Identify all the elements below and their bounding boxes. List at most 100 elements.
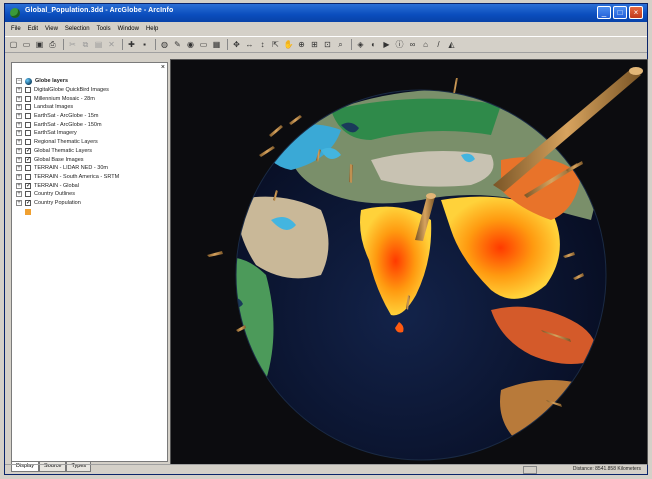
land-australia [500,380,606,454]
layer-row[interactable]: + Landsat Images [16,103,119,112]
globe-icon[interactable]: ◍ [159,39,170,50]
layer-visibility-checkbox[interactable]: ✓ [25,156,31,163]
population-bar-china-cap [629,67,643,75]
new-icon[interactable]: ▢ [8,39,19,50]
layer-label: EarthSat - ArcGlobe - 150m [34,121,102,128]
layer-icon[interactable]: ▦ [211,39,222,50]
layer-visibility-checkbox[interactable] [25,113,31,120]
layer-visibility-checkbox[interactable] [25,87,31,94]
layer-row[interactable]: + ✓ Global Base Images [16,155,119,164]
globe-layers-root[interactable]: − Globe layers [16,77,119,86]
layer-row[interactable]: + ✓ Global Thematic Layers [16,147,119,156]
paste-icon[interactable]: ▤ [93,39,104,50]
layer-row[interactable]: + TERRAIN - LIDAR NED - 30m [16,164,119,173]
expand-icon[interactable]: + [16,182,22,189]
expand-icon[interactable]: + [16,165,22,172]
layer-label: Landsat Images [34,104,74,111]
measure-icon[interactable]: ◈ [355,39,366,50]
zoom-out-icon[interactable]: ⇱ [270,39,281,50]
layer-visibility-checkbox[interactable] [25,139,31,146]
hyperlink-icon[interactable]: ◐ [368,39,379,50]
layer-visibility-checkbox[interactable] [25,191,31,198]
expand-icon[interactable]: + [16,104,22,111]
copy-icon[interactable]: ⧉ [80,39,91,50]
population-bar-africa-west [207,251,223,257]
expand-icon[interactable]: + [16,147,22,154]
layer-visibility-checkbox[interactable] [25,104,31,111]
expand-icon[interactable]: + [16,139,22,146]
layer-visibility-checkbox[interactable] [25,95,31,102]
layer-row[interactable]: + Country Outlines [16,190,119,199]
layer-visibility-checkbox[interactable]: ✓ [25,147,31,154]
population-bar-middle-east [269,125,283,137]
title-bar[interactable]: Global_Population.3dd - ArcGlobe - ArcIn… [5,4,647,22]
arcmap-icon[interactable]: ▪ [139,39,150,50]
layer-row[interactable]: + DigitalGlobe QuickBird Images [16,86,119,95]
expand-icon[interactable]: + [16,156,22,163]
save-icon[interactable]: ▣ [34,39,45,50]
layer-visibility-checkbox[interactable]: ✓ [25,199,31,206]
info-icon[interactable]: ⓘ [394,39,405,50]
select-icon[interactable]: ⊞ [309,39,320,50]
layer-visibility-checkbox[interactable]: ✓ [25,182,31,189]
expand-icon[interactable]: + [16,87,22,94]
open-icon[interactable]: ▭ [21,39,32,50]
delete-icon[interactable]: ✕ [106,39,117,50]
menu-window[interactable]: Window [118,26,139,32]
layer-row[interactable]: + ✓ Country Population [16,199,119,208]
expand-icon[interactable]: + [16,173,22,180]
layer-row[interactable]: + TERRAIN - South America - SRTM [16,173,119,182]
expand-icon[interactable]: + [16,199,22,206]
editor-icon[interactable]: ✎ [172,39,183,50]
pan-icon[interactable]: ✋ [283,39,294,50]
layer-visibility-checkbox[interactable] [25,121,31,128]
layer-visibility-checkbox[interactable] [25,165,31,172]
menu-file[interactable]: File [11,26,21,32]
toc-close-icon[interactable]: × [161,64,165,71]
expand-icon[interactable]: + [16,121,22,128]
navigate-icon[interactable]: ✥ [231,39,242,50]
pencil-icon[interactable]: / [433,39,444,50]
menu-help[interactable]: Help [146,26,158,32]
layer-label: Millennium Mosaic - 28m [34,95,95,102]
menu-tools[interactable]: Tools [97,26,111,32]
cut-icon[interactable]: ✂ [67,39,78,50]
fly-icon[interactable]: ↔ [244,39,255,50]
layer-row[interactable]: + Regional Thematic Layers [16,138,119,147]
print-icon[interactable]: ⎙ [47,39,58,50]
layer-tree: − Globe layers + DigitalGlobe QuickBird I… [16,77,119,216]
maximize-button[interactable]: □ [613,6,627,19]
binoculars-icon[interactable]: ∞ [407,39,418,50]
layer-visibility-checkbox[interactable] [25,173,31,180]
draw-icon[interactable]: ⌂ [420,39,431,50]
analyst-icon[interactable]: ◭ [446,39,457,50]
menu-edit[interactable]: Edit [28,26,38,32]
globe-viewer[interactable] [170,59,648,465]
layer-row[interactable]: + EarthSat - ArcGlobe - 15m [16,112,119,121]
animation-icon[interactable]: ▶ [381,39,392,50]
layer-label: Country Outlines [34,191,75,198]
expand-icon[interactable]: + [16,113,22,120]
minimize-button[interactable]: _ [597,6,611,19]
layer-visibility-checkbox[interactable] [25,130,31,137]
find-icon[interactable]: ⌕ [335,39,346,50]
expand-icon[interactable]: + [16,191,22,198]
identify-icon[interactable]: ⊡ [322,39,333,50]
catalog-icon[interactable]: ◉ [185,39,196,50]
full-extent-icon[interactable]: ⊕ [296,39,307,50]
layer-row[interactable]: + ✓ TERRAIN - Global [16,181,119,190]
menu-selection[interactable]: Selection [65,26,90,32]
zoom-in-icon[interactable]: ↕ [257,39,268,50]
layer-row[interactable]: + EarthSat - ArcGlobe - 150m [16,120,119,129]
expand-icon[interactable]: + [16,130,22,137]
layer-row[interactable]: + Millennium Mosaic - 28m [16,94,119,103]
close-button[interactable]: × [629,6,643,19]
layer-row[interactable]: + EarthSat Imagery [16,129,119,138]
add-data-icon[interactable]: ✚ [126,39,137,50]
toolbox-icon[interactable]: ▭ [198,39,209,50]
expand-icon[interactable]: + [16,95,22,102]
status-bar: Distance: 8541.858 Kilometers [5,464,647,474]
globe-render[interactable] [171,60,648,465]
collapse-icon[interactable]: − [16,78,22,85]
menu-view[interactable]: View [45,26,58,32]
